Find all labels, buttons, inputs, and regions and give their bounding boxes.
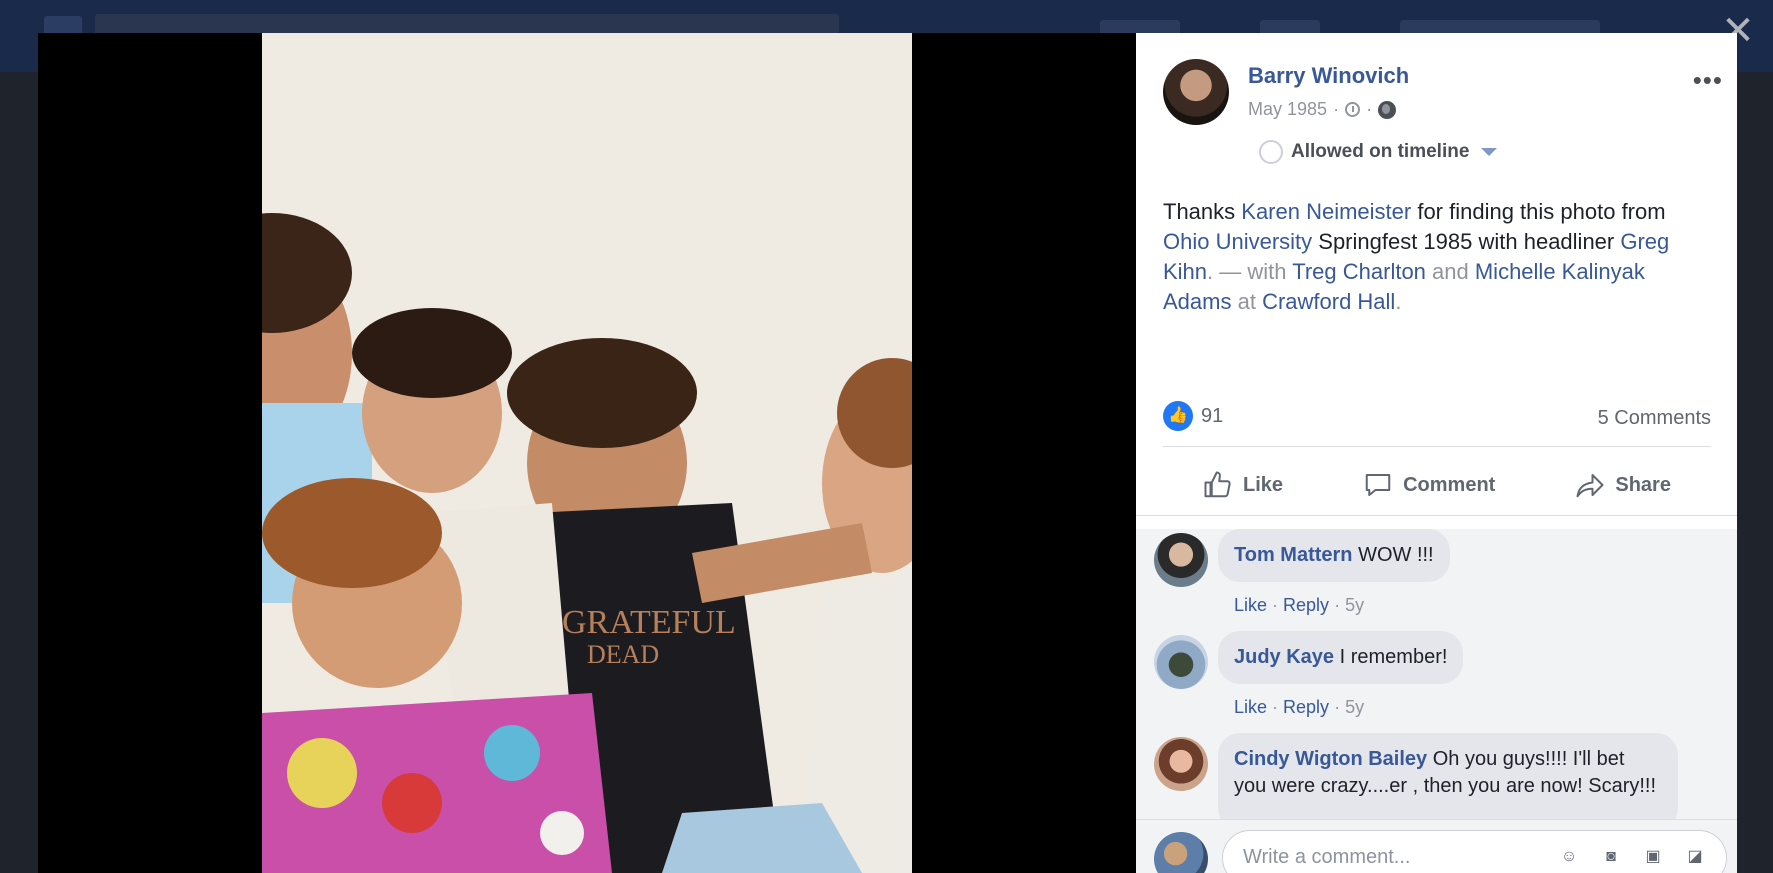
comment-reply-link[interactable]: Reply [1283,595,1329,615]
clock-icon [1345,102,1361,117]
commenter-name[interactable]: Judy Kaye [1234,646,1334,668]
post-text-segment: at [1231,289,1263,314]
comment-like-link[interactable]: Like [1234,595,1267,615]
globe-icon[interactable] [1378,100,1397,119]
thumbs-up-icon[interactable]: 👍 [1163,401,1193,431]
thumbs-up-outline-icon [1204,471,1231,498]
commenter-avatar[interactable] [1154,737,1208,791]
circle-icon [1259,140,1283,164]
like-label: Like [1243,473,1284,496]
more-options-icon[interactable]: ••• [1693,65,1723,96]
emoji-icon[interactable]: ☺ [1556,844,1582,870]
comment-button[interactable]: Comment [1363,463,1495,507]
page-link[interactable]: Ohio University [1163,229,1312,254]
share-arrow-icon [1576,474,1604,498]
comment-text: WOW !!! [1358,544,1434,566]
tagged-person-link[interactable]: Karen Neimeister [1241,199,1411,224]
author-avatar[interactable] [1163,59,1229,125]
meta-separator: · [1333,99,1340,119]
comment-age[interactable]: 5y [1345,595,1364,615]
share-button[interactable]: Share [1575,463,1671,507]
post-photo[interactable]: GRATEFUL DEAD [262,33,912,873]
divider [1163,446,1711,447]
comment-like-link[interactable]: Like [1234,697,1267,717]
comment-actions: Like · Reply · 5y [1234,697,1365,717]
svg-text:DEAD: DEAD [587,640,659,669]
comment-actions: Like · Reply · 5y [1234,595,1365,615]
comment-age[interactable]: 5y [1345,697,1364,717]
camera-icon[interactable]: ◙ [1598,844,1624,870]
comment-bubble-icon [1365,474,1391,496]
gif-icon[interactable]: ▣ [1640,844,1666,870]
commenter-name[interactable]: Cindy Wigton Bailey [1234,748,1427,770]
like-button[interactable]: Like [1203,463,1283,507]
timeline-label: Allowed on timeline [1291,141,1470,162]
post-date[interactable]: May 1985 [1248,99,1327,120]
svg-text:GRATEFUL: GRATEFUL [562,604,736,641]
timeline-visibility-dropdown[interactable]: Allowed on timeline [1259,140,1498,164]
commenter-avatar[interactable] [1154,533,1208,587]
author-name[interactable]: Barry Winovich [1248,63,1409,89]
post-actions: Like Comment Share [1163,463,1711,507]
location-link[interactable]: Crawford Hall [1262,289,1395,314]
post-side-panel: Barry Winovich May 1985 · · ••• Allowed … [1136,33,1737,873]
comment-count[interactable]: 5 Comments [1598,407,1711,430]
current-user-avatar [1154,832,1208,873]
comment-label: Comment [1403,473,1496,496]
commenter-avatar[interactable] [1154,635,1208,689]
post-text-segment: for finding this photo from [1411,199,1666,224]
comment-bubble: Judy Kaye I remember! [1218,631,1464,684]
reaction-stats: 👍 91 5 Comments [1163,393,1711,443]
tagged-person-link[interactable]: Treg Charlton [1292,259,1426,284]
sticker-icon[interactable]: ◪ [1682,844,1708,870]
comment-text: I remember! [1339,646,1448,668]
meta-separator: · [1366,99,1373,119]
commenter-name[interactable]: Tom Mattern [1234,544,1353,566]
like-count[interactable]: 91 [1201,405,1223,428]
post-header: Barry Winovich May 1985 · · ••• [1163,59,1723,129]
post-text-segment: and [1425,259,1475,284]
divider [1136,515,1737,516]
post-text-segment: Springfest 1985 with headliner [1312,229,1621,254]
comments-list: Tom Mattern WOW !!! Like · Reply · 5y Ju… [1136,529,1737,819]
post-text-segment: . [1395,289,1402,314]
post-text-segment: — with [1213,259,1293,284]
post-text-segment: Thanks [1163,199,1242,224]
comment-bubble: Tom Mattern WOW !!! [1218,529,1450,582]
composer-icons: ☺ ◙ ▣ ◪ [1556,844,1708,870]
caret-down-icon [1481,148,1498,156]
post-meta: May 1985 · · [1248,99,1397,120]
photo-illustration: GRATEFUL DEAD [262,33,912,873]
comment-composer: Write a comment... ☺ ◙ ▣ ◪ [1136,819,1737,873]
comment-reply-link[interactable]: Reply [1283,697,1329,717]
photo-viewer: GRATEFUL DEAD [38,33,1136,873]
share-label: Share [1615,473,1671,496]
comment-bubble: Cindy Wigton Bailey Oh you guys!!!! I'll… [1218,733,1678,819]
post-text: Thanks Karen Neimeister for finding this… [1163,197,1713,317]
